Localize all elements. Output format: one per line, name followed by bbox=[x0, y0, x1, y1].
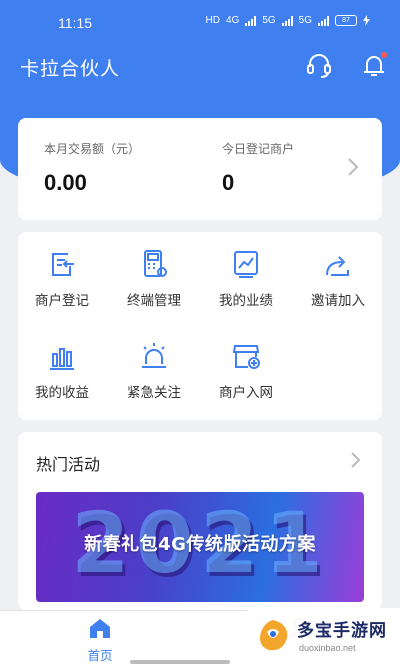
today-value: 0 bbox=[222, 170, 235, 195]
menu-item-earnings[interactable]: 我的收益 bbox=[22, 340, 102, 401]
menu-label: 商户登记 bbox=[35, 293, 89, 309]
menu-card: 商户登记 终端管理 我的业绩 邀请加入 我的收益 紧急关注 商户入网 bbox=[18, 232, 382, 420]
status-icons: HD 4G 5G 5G 87 bbox=[206, 15, 370, 26]
network-5g-label: 5G bbox=[262, 15, 276, 26]
watermark-title: 多宝手游网 bbox=[297, 621, 387, 641]
chevron-right-icon[interactable] bbox=[350, 450, 362, 470]
signal-icon bbox=[318, 15, 329, 26]
menu-label: 我的收益 bbox=[35, 385, 89, 401]
menu-label: 邀请加入 bbox=[311, 293, 365, 309]
status-bar: 11:15 HD 4G 5G 5G 87 bbox=[0, 0, 400, 44]
alarm-light-icon bbox=[142, 343, 166, 368]
store-network-icon bbox=[232, 345, 260, 369]
performance-chart-icon bbox=[234, 251, 258, 278]
menu-item-merchant-register[interactable]: 商户登记 bbox=[22, 248, 102, 309]
nav-home[interactable]: 首页 bbox=[70, 617, 130, 664]
watermark: 多宝手游网 duoxinbao.net bbox=[245, 608, 400, 666]
notification-dot bbox=[381, 52, 387, 58]
today-label: 今日登记商户 bbox=[222, 142, 295, 156]
menu-label: 紧急关注 bbox=[127, 385, 181, 401]
activity-card: 热门活动 2021 新春礼包4G传统版活动方案 bbox=[18, 432, 382, 610]
home-icon bbox=[90, 619, 110, 638]
status-time: 11:15 bbox=[58, 15, 92, 31]
watermark-logo bbox=[260, 620, 288, 651]
menu-label: 商户入网 bbox=[219, 385, 273, 401]
chevron-right-icon[interactable] bbox=[346, 156, 360, 178]
menu-item-terminal-manage[interactable]: 终端管理 bbox=[114, 248, 194, 309]
menu-item-urgent[interactable]: 紧急关注 bbox=[114, 340, 194, 401]
earnings-bar-icon bbox=[50, 348, 74, 370]
network-4g-label: 4G bbox=[225, 15, 240, 26]
monthly-value: 0.00 bbox=[44, 170, 87, 195]
stats-card[interactable]: 本月交易额（元） 0.00 今日登记商户 0 bbox=[18, 118, 382, 220]
signal-icon bbox=[245, 15, 257, 26]
nav-home-label: 首页 bbox=[87, 648, 113, 663]
menu-item-invite[interactable]: 邀请加入 bbox=[298, 248, 378, 309]
bell-icon[interactable] bbox=[359, 50, 389, 80]
invite-share-icon bbox=[326, 256, 349, 276]
menu-label: 我的业绩 bbox=[219, 293, 273, 309]
monthly-label: 本月交易额（元） bbox=[44, 142, 141, 156]
headset-icon[interactable] bbox=[304, 50, 334, 80]
network-5g-label-2: 5G bbox=[298, 15, 312, 26]
page-title: 卡拉合伙人 bbox=[20, 58, 121, 80]
activity-banner[interactable]: 2021 新春礼包4G传统版活动方案 bbox=[36, 492, 364, 602]
merchant-register-icon bbox=[52, 253, 74, 276]
home-indicator bbox=[130, 660, 230, 664]
monthly-stat: 本月交易额（元） 0.00 bbox=[44, 140, 140, 196]
menu-item-performance[interactable]: 我的业绩 bbox=[206, 248, 286, 309]
menu-label: 终端管理 bbox=[127, 293, 181, 309]
watermark-url: duoxinbao.net bbox=[299, 643, 356, 653]
menu-item-store-network[interactable]: 商户入网 bbox=[206, 340, 286, 401]
signal-icon bbox=[281, 15, 293, 26]
section-title: 热门活动 bbox=[36, 455, 101, 474]
charging-icon bbox=[363, 15, 370, 26]
battery-icon: 87 bbox=[335, 15, 357, 26]
banner-headline: 新春礼包4G传统版活动方案 bbox=[84, 534, 316, 555]
terminal-manage-icon bbox=[144, 250, 167, 277]
hd-indicator: HD bbox=[205, 15, 220, 26]
today-stat: 今日登记商户 0 bbox=[222, 140, 294, 196]
